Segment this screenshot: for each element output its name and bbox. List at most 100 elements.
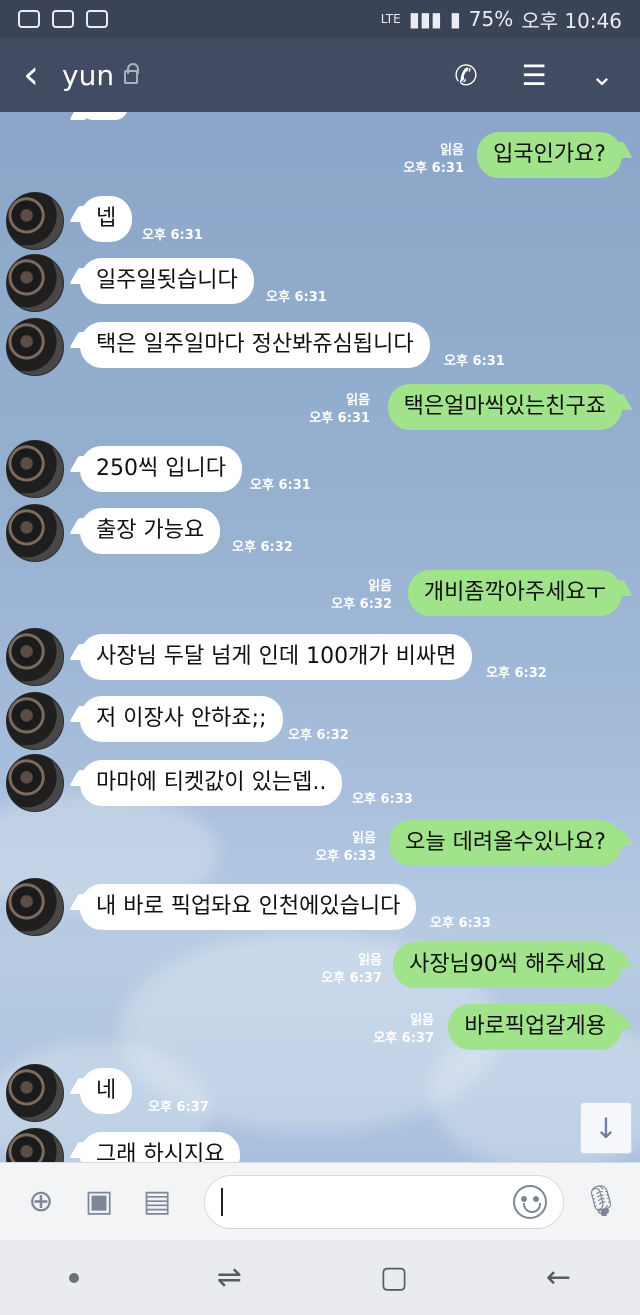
message-time: 오후 6:31 [403, 161, 464, 176]
message-bubble-outgoing[interactable]: 바로픽업갈게용 [448, 1004, 622, 1050]
clock: 오후 10:46 [521, 8, 622, 33]
message-bubble-incoming[interactable]: 250씩 입니다 [80, 446, 242, 492]
avatar[interactable] [6, 878, 64, 936]
message-input-bar: ⊕ ▣ ▤ 🎙 [0, 1162, 640, 1240]
status-bar: LTE ▮▮▮ ▮ 75% 오후 10:46 [0, 0, 640, 38]
message-time: 오후 6:32 [486, 666, 547, 681]
chat-messages[interactable]: 읽음 오후 6:31 입국인가요? 넵 오후 6:31 일주일됫습니다 오후 6… [0, 112, 640, 1162]
message-time: 오후 6:31 [266, 290, 327, 305]
avatar[interactable] [6, 254, 64, 312]
read-receipt: 읽음 [346, 393, 370, 408]
message-bubble-incoming[interactable]: 택은 일주일마다 정산봐쥬심됩니다 [80, 322, 430, 368]
call-button[interactable]: ✆ [448, 57, 484, 93]
microphone-button[interactable]: 🎙 [572, 1173, 630, 1231]
read-receipt: 읽음 [368, 579, 392, 594]
message-bubble-outgoing[interactable]: 사장님90씩 해주세요 [393, 942, 622, 988]
message-meta: 읽음 오후 6:33 [315, 830, 376, 866]
read-receipt: 읽음 [358, 953, 382, 968]
phone-icon: ✆ [454, 58, 478, 92]
message-time: 오후 6:31 [142, 228, 203, 243]
partial-message [80, 112, 128, 120]
camera-button[interactable]: ▣ [70, 1173, 128, 1231]
message-time: 오후 6:37 [148, 1100, 209, 1115]
message-time: 오후 6:32 [331, 597, 392, 612]
network-label: LTE [380, 12, 401, 26]
message-bubble-outgoing[interactable]: 택은얼마씩있는친구죠 [387, 384, 622, 430]
chevron-down-icon: ⌄ [590, 58, 614, 92]
text-caret [221, 1187, 223, 1216]
message-time: 오후 6:37 [373, 1031, 434, 1046]
read-receipt: 읽음 [410, 1013, 434, 1028]
arrow-down-icon: ↓ [594, 1111, 618, 1145]
message-bubble-incoming[interactable]: 마마에 티켓값이 있는뎁.. [80, 760, 343, 806]
avatar[interactable] [6, 504, 64, 562]
signal-icon: ▮▮▮ [408, 7, 442, 31]
message-bubble-incoming[interactable]: 네 [80, 1068, 133, 1114]
message-bubble-outgoing[interactable]: 개비좀깍아주세요ㅜ [407, 570, 622, 616]
contact-name: yun [62, 58, 115, 92]
avatar[interactable] [6, 754, 64, 812]
avatar[interactable] [6, 1064, 64, 1122]
message-meta: 읽음 오후 6:31 [309, 392, 370, 428]
message-bubble-incoming[interactable]: 출장 가능요 [80, 508, 221, 554]
emoji-icon[interactable] [513, 1184, 547, 1219]
chevron-left-icon: ‹ [23, 52, 39, 98]
avatar[interactable] [6, 192, 64, 250]
read-receipt: 읽음 [352, 831, 376, 846]
message-bubble-incoming[interactable]: 일주일됫습니다 [80, 258, 254, 304]
back-button[interactable]: ‹ [0, 38, 62, 112]
avatar[interactable] [6, 692, 64, 750]
status-right: LTE ▮▮▮ ▮ 75% 오후 10:46 [381, 5, 622, 34]
back-button-system[interactable]: ← [546, 1260, 571, 1295]
notes-icon: ☰ [521, 58, 547, 92]
notification-icon [18, 10, 40, 28]
add-button[interactable]: ⊕ [12, 1173, 70, 1231]
message-time: 오후 6:32 [232, 540, 293, 555]
message-bubble-outgoing[interactable]: 입국인가요? [477, 132, 622, 178]
home-button[interactable]: ▢ [380, 1260, 408, 1295]
chat-header: ‹ yun ✆ ☰ ⌄ [0, 38, 640, 112]
battery-percent: 75% [468, 7, 514, 31]
gallery-button[interactable]: ▤ [128, 1173, 186, 1231]
read-receipt: 읽음 [440, 143, 464, 158]
message-meta: 읽음 오후 6:32 [331, 578, 392, 614]
message-bubble-incoming[interactable]: 그래 하시지요 [80, 1132, 241, 1162]
microphone-icon: 🎙 [581, 1184, 621, 1219]
header-actions: ✆ ☰ ⌄ [448, 57, 640, 93]
message-bubble-incoming[interactable]: 넵 [80, 196, 133, 242]
avatar[interactable] [6, 628, 64, 686]
avatar[interactable] [6, 318, 64, 376]
notes-button[interactable]: ☰ [516, 57, 552, 93]
recent-apps-button[interactable]: ⇌ [217, 1260, 242, 1295]
message-bubble-incoming[interactable]: 저 이장사 안하죠;; [80, 696, 283, 742]
status-left-icons [18, 10, 108, 28]
message-meta: 읽음 오후 6:31 [403, 142, 464, 178]
message-input[interactable] [204, 1174, 564, 1229]
message-meta: 읽음 오후 6:37 [373, 1012, 434, 1048]
message-time: 오후 6:33 [352, 792, 413, 807]
system-navigation-bar: ⇌ ▢ ← [0, 1240, 640, 1315]
message-time: 오후 6:31 [250, 478, 311, 493]
message-time: 오후 6:33 [315, 849, 376, 864]
message-meta: 읽음 오후 6:37 [321, 952, 382, 988]
message-bubble-outgoing[interactable]: 오늘 데려올수있나요? [389, 820, 622, 866]
message-bubble-incoming[interactable]: 내 바로 픽업돠요 인천에있습니다 [80, 884, 417, 930]
message-time: 오후 6:31 [444, 354, 505, 369]
lock-icon [124, 63, 140, 84]
message-time: 오후 6:32 [288, 728, 349, 743]
image-icon: ▤ [142, 1184, 172, 1219]
message-time: 오후 6:33 [430, 916, 491, 931]
message-time: 오후 6:31 [309, 411, 370, 426]
camera-icon: ▣ [84, 1184, 114, 1219]
message-time: 오후 6:37 [321, 971, 382, 986]
scroll-to-bottom-button[interactable]: ↓ [580, 1102, 632, 1154]
chat-title: yun [62, 58, 140, 92]
mute-icon [86, 10, 108, 28]
battery-icon: ▮ [449, 7, 461, 31]
message-bubble-incoming[interactable]: 사장님 두달 넘게 인데 100개가 비싸면 [80, 634, 473, 680]
avatar[interactable] [6, 440, 64, 498]
dot-indicator [68, 1272, 79, 1283]
expand-menu-button[interactable]: ⌄ [584, 57, 620, 93]
gallery-notification-icon [52, 10, 74, 28]
plus-circle-icon: ⊕ [28, 1184, 54, 1219]
